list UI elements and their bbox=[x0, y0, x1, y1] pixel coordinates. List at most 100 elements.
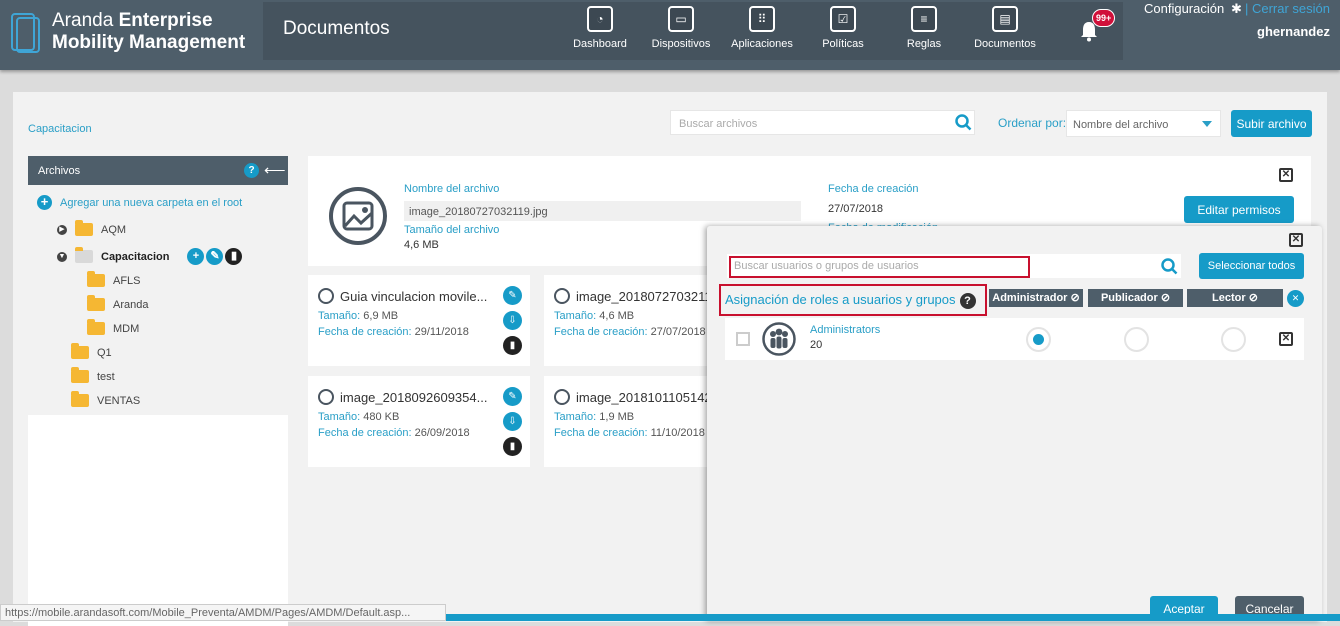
trash-icon[interactable]: ▮ bbox=[503, 336, 522, 355]
brand-line1-bold: Enterprise bbox=[118, 10, 213, 31]
nav-rules[interactable]: ≡ Reglas bbox=[892, 6, 956, 60]
folder-icon bbox=[71, 343, 89, 359]
nav-label: Dashboard bbox=[573, 38, 627, 50]
tree-label: MDM bbox=[113, 322, 140, 335]
created-label: Fecha de creación bbox=[828, 183, 919, 195]
nav-dashboard[interactable]: ◔ Dashboard bbox=[566, 6, 634, 60]
edit-icon[interactable]: ✎ bbox=[503, 286, 522, 305]
tree-item-mdm[interactable]: MDM bbox=[87, 319, 140, 335]
tree-item-afls[interactable]: AFLS bbox=[87, 271, 141, 287]
nav-apps[interactable]: ⠿ Aplicaciones bbox=[726, 6, 798, 60]
image-icon bbox=[318, 389, 334, 405]
nav-documents[interactable]: ▤ Documentos bbox=[968, 6, 1042, 60]
trash-icon[interactable]: ▮ bbox=[503, 437, 522, 456]
card-date: Fecha de creación: 27/07/2018 bbox=[554, 326, 706, 338]
column-lector[interactable]: Lector ⊘ bbox=[1187, 289, 1283, 307]
file-card[interactable]: Guia vinculacion movile... Tamaño: 6,9 M… bbox=[308, 275, 530, 366]
tree-item-capacitacion[interactable]: ▼ Capacitacion + ✎ ▮ bbox=[57, 247, 243, 265]
close-detail-icon[interactable]: ✕ bbox=[1279, 168, 1293, 182]
arrow-left-icon[interactable]: ⟵ bbox=[264, 161, 286, 179]
help-icon[interactable]: ? bbox=[244, 163, 259, 178]
tree-item-q1[interactable]: Q1 bbox=[71, 343, 112, 359]
nav-devices[interactable]: ▭ Dispositivos bbox=[646, 6, 716, 60]
devices-icon: ▭ bbox=[668, 6, 694, 32]
brand-line1-light: Aranda bbox=[52, 10, 114, 31]
tree-label: VENTAS bbox=[97, 394, 141, 407]
edit-icon[interactable]: ✎ bbox=[503, 387, 522, 406]
add-folder-icon[interactable]: + bbox=[187, 248, 205, 265]
close-modal-icon[interactable]: ✕ bbox=[1289, 233, 1303, 247]
folder-icon bbox=[87, 271, 105, 287]
highlight-box bbox=[719, 284, 987, 316]
column-publicador[interactable]: Publicador ⊘ bbox=[1088, 289, 1183, 307]
remove-row-icon[interactable]: ✕ bbox=[1279, 332, 1293, 346]
tree-label: test bbox=[97, 370, 115, 383]
filesize-label: Tamaño del archivo bbox=[404, 224, 500, 236]
dashboard-icon: ◔ bbox=[587, 6, 613, 32]
tree-item-aqm[interactable]: ▶ AQM bbox=[57, 220, 127, 236]
folder-icon bbox=[71, 391, 89, 407]
config-link[interactable]: Configuración bbox=[1144, 1, 1224, 16]
tree-label: Aranda bbox=[113, 298, 149, 311]
tree-item-ventas[interactable]: VENTAS bbox=[71, 391, 141, 407]
role-radio-administrador[interactable] bbox=[1026, 327, 1051, 352]
column-administrador[interactable]: Administrador ⊘ bbox=[989, 289, 1083, 307]
card-date: Fecha de creación: 11/10/2018 bbox=[554, 427, 705, 439]
nav-label: Aplicaciones bbox=[731, 38, 793, 50]
tree-label: AQM bbox=[101, 223, 127, 236]
logout-link[interactable]: | Cerrar sesión bbox=[1245, 1, 1330, 16]
role-radio-lector[interactable] bbox=[1221, 327, 1246, 352]
nav-label: Dispositivos bbox=[651, 38, 711, 50]
file-card[interactable]: image_2018092609354... Tamaño: 480 KB Fe… bbox=[308, 376, 530, 467]
edit-permissions-button[interactable]: Editar permisos bbox=[1184, 196, 1294, 223]
folder-icon bbox=[75, 220, 93, 236]
tree-label: Capacitacion bbox=[101, 250, 170, 263]
card-size: Tamaño: 4,6 MB bbox=[554, 310, 634, 322]
image-file-icon bbox=[329, 187, 387, 245]
search-icon[interactable] bbox=[955, 114, 972, 131]
apps-grid-icon: ⠿ bbox=[749, 6, 775, 32]
folder-icon bbox=[87, 295, 105, 311]
folder-tree: + Agregar una nueva carpeta en el root ▶… bbox=[28, 185, 288, 415]
size-label: Tamaño: bbox=[554, 310, 597, 322]
card-size: Tamaño: 6,9 MB bbox=[318, 310, 398, 322]
upload-button[interactable]: Subir archivo bbox=[1231, 110, 1312, 137]
card-title-text: image_2018092609354... bbox=[340, 389, 488, 405]
role-radio-publicador[interactable] bbox=[1124, 327, 1149, 352]
notification-badge: 99+ bbox=[1092, 9, 1116, 27]
tree-item-test[interactable]: test bbox=[71, 367, 115, 383]
edit-icon[interactable]: ✎ bbox=[206, 248, 224, 265]
date-value: 27/07/2018 bbox=[650, 326, 706, 338]
chevron-right-icon[interactable]: ▶ bbox=[57, 224, 67, 235]
folder-icon bbox=[87, 319, 105, 335]
chevron-down-icon[interactable]: ▼ bbox=[57, 251, 67, 262]
nav-policies[interactable]: ☑ Políticas bbox=[810, 6, 876, 60]
filename-label: Nombre del archivo bbox=[404, 183, 500, 195]
documents-icon: ▤ bbox=[992, 6, 1018, 32]
gear-icon[interactable]: ✱ bbox=[1231, 1, 1242, 17]
sort-value: Nombre del archivo bbox=[1073, 119, 1169, 131]
size-value: 4,6 MB bbox=[599, 310, 635, 322]
row-checkbox[interactable] bbox=[736, 332, 750, 346]
highlight-box bbox=[729, 256, 1030, 278]
download-icon[interactable]: ⇩ bbox=[503, 311, 522, 330]
card-date: Fecha de creación: 29/11/2018 bbox=[318, 326, 469, 338]
download-icon[interactable]: ⇩ bbox=[503, 412, 522, 431]
filename-value: image_20180727032119.jpg bbox=[404, 201, 801, 221]
search-icon[interactable] bbox=[1161, 258, 1178, 275]
date-label: Fecha de creación: bbox=[318, 326, 412, 338]
trash-icon[interactable]: ▮ bbox=[225, 248, 243, 265]
sort-select[interactable]: Nombre del archivo bbox=[1066, 110, 1221, 137]
tree-item-aranda[interactable]: Aranda bbox=[87, 295, 149, 311]
clear-roles-icon[interactable]: ✕ bbox=[1287, 290, 1304, 307]
file-search-input[interactable]: Buscar archivos bbox=[670, 110, 975, 135]
folder-open-icon bbox=[75, 247, 93, 263]
column-label: Publicador bbox=[1100, 292, 1158, 304]
created-value: 27/07/2018 bbox=[828, 203, 884, 215]
add-root-folder[interactable]: + Agregar una nueva carpeta en el root bbox=[37, 195, 242, 210]
select-all-button[interactable]: Seleccionar todos bbox=[1199, 253, 1304, 279]
image-icon bbox=[554, 288, 570, 304]
breadcrumb[interactable]: Capacitacion bbox=[28, 123, 92, 135]
date-label: Fecha de creación: bbox=[554, 326, 648, 338]
size-label: Tamaño: bbox=[318, 310, 361, 322]
